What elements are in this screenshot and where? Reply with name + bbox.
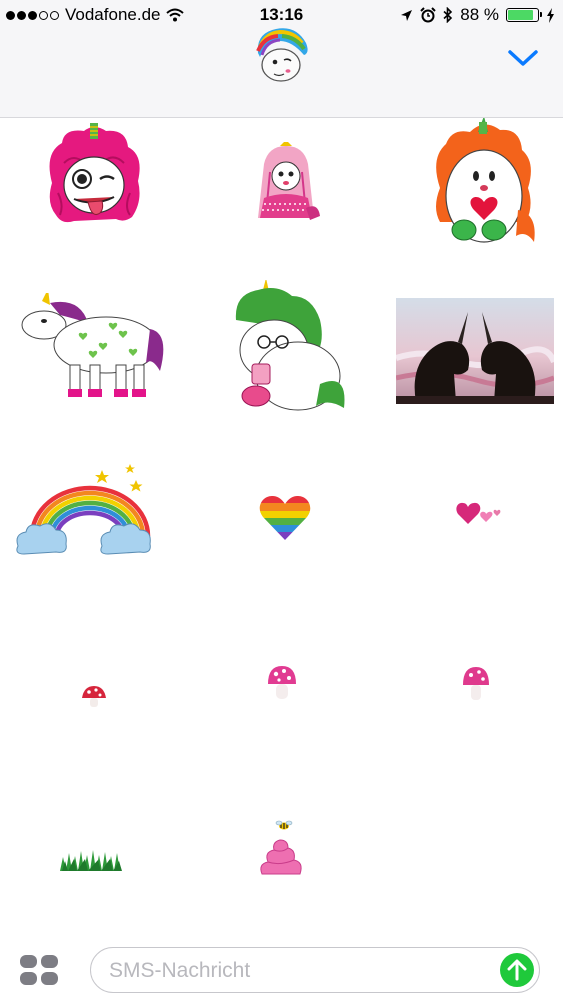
battery-percentage: 88 % [460, 5, 499, 24]
grass-patch[interactable] [60, 847, 122, 871]
pink-hair-unicorn-tongue[interactable] [44, 123, 144, 231]
location-arrow-icon [401, 9, 413, 21]
rainbow-unicorn-avatar-icon[interactable] [252, 27, 310, 83]
app-drawer-icon[interactable] [20, 955, 58, 985]
green-mane-unicorn-sitting[interactable] [228, 280, 350, 416]
send-arrow-up-icon [507, 959, 527, 981]
message-composer [0, 938, 563, 1000]
battery-icon [506, 8, 542, 22]
pink-mushroom-right[interactable] [462, 667, 490, 701]
alarm-clock-icon [420, 7, 436, 23]
pink-poop-with-bee[interactable] [258, 820, 304, 878]
message-input-container[interactable] [90, 947, 540, 993]
charging-bolt-icon [547, 7, 554, 23]
orange-hair-unicorn-heart[interactable] [430, 118, 538, 250]
rainbow-with-clouds[interactable] [14, 464, 162, 556]
small-pink-hearts[interactable] [456, 502, 502, 530]
status-bar: Vodafone.de 13:16 88 % [0, 0, 563, 30]
send-button[interactable] [500, 953, 534, 987]
two-black-unicorns-photo[interactable] [396, 298, 554, 404]
purple-mane-unicorn-pony[interactable] [20, 293, 164, 405]
message-input[interactable] [107, 957, 491, 985]
princess-unicorn-pink-dress[interactable] [250, 142, 322, 226]
small-red-mushroom[interactable] [80, 686, 108, 708]
sticker-grid [0, 118, 563, 938]
rainbow-heart[interactable] [259, 495, 311, 541]
pink-mushroom[interactable] [266, 666, 298, 700]
bluetooth-icon [443, 7, 453, 23]
chevron-down-icon[interactable] [507, 47, 539, 69]
